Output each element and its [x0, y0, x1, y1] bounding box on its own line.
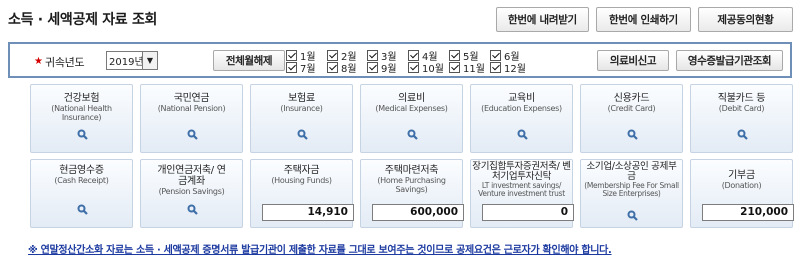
month-checkbox-11[interactable]: 11월: [449, 62, 485, 75]
amount-field: 210,000: [702, 204, 794, 221]
month-checkbox-10[interactable]: 10월: [408, 62, 444, 75]
card-subtitle: (Credit Card): [607, 104, 656, 113]
card-title: 주택자금: [283, 165, 320, 176]
category-card-national-pension[interactable]: 국민연금 (National Pension): [140, 84, 243, 153]
card-title: 현금영수증: [59, 165, 104, 176]
amount-field: 0: [482, 204, 574, 221]
checkbox-checked-icon[interactable]: [449, 62, 460, 73]
search-icon[interactable]: [627, 129, 638, 140]
checkbox-checked-icon[interactable]: [327, 62, 338, 73]
search-icon[interactable]: [517, 129, 528, 140]
search-icon[interactable]: [627, 210, 638, 221]
consent-status-button[interactable]: 제공동의현황: [698, 7, 793, 32]
month-checkbox-7[interactable]: 7월: [286, 62, 316, 75]
checkbox-checked-icon[interactable]: [408, 62, 419, 73]
checkbox-checked-icon[interactable]: [449, 50, 460, 61]
card-title: 신용카드: [613, 93, 650, 104]
card-subtitle: (Housing Funds): [271, 176, 332, 185]
amount-field: 14,910: [262, 204, 354, 221]
card-subtitle: (National Health Insurance): [51, 104, 112, 122]
category-card-home-purchasing-savings[interactable]: 주택마련저축 (Home Purchasing Savings) 600,000: [360, 159, 464, 228]
card-title: 주택마련저축: [384, 165, 439, 176]
checkbox-checked-icon[interactable]: [327, 50, 338, 61]
checkbox-checked-icon[interactable]: [490, 62, 501, 73]
checkbox-checked-icon[interactable]: [286, 50, 297, 61]
category-card-housing-funds[interactable]: 주택자금 (Housing Funds) 14,910: [250, 159, 354, 228]
search-icon[interactable]: [77, 129, 88, 140]
checkbox-checked-icon[interactable]: [367, 62, 378, 73]
card-subtitle: LT investment savings/ Venture investmen…: [478, 181, 565, 198]
card-title: 건강보험: [63, 93, 100, 104]
category-card-donation[interactable]: 기부금 (Donation) 210,000: [690, 159, 794, 228]
category-card-long-term-investment[interactable]: 장기집합투자증권저축/ 벤처기업투자신탁 LT investment savin…: [470, 159, 574, 228]
search-icon[interactable]: [187, 129, 198, 140]
card-subtitle: (Donation): [721, 181, 762, 190]
card-subtitle: (Debit Card): [718, 104, 765, 113]
card-subtitle: (Pension Savings): [158, 187, 225, 196]
download-all-button[interactable]: 한번에 내려받기: [496, 7, 589, 32]
checkbox-checked-icon[interactable]: [367, 50, 378, 61]
notice-text: ※ 연말정산간소화 자료는 소득 · 세액공제 증명서류 발급기관이 제출한 자…: [28, 245, 612, 256]
year-select-value: 2019년: [109, 57, 144, 68]
month-checkbox-12[interactable]: 12월: [490, 62, 526, 75]
card-title: 보험료: [288, 93, 315, 104]
card-subtitle: (Medical Expenses): [375, 104, 448, 113]
category-card-pension-savings[interactable]: 개인연금저축/ 연금계좌 (Pension Savings): [140, 159, 243, 228]
category-card-credit-card[interactable]: 신용카드 (Credit Card): [580, 84, 683, 153]
card-subtitle: (Membership Fee For Small Size Enterpris…: [584, 181, 679, 198]
card-title: 장기집합투자증권저축/ 벤처기업투자신탁: [472, 161, 571, 182]
category-card-insurance[interactable]: 보험료 (Insurance): [250, 84, 353, 153]
search-icon[interactable]: [737, 129, 748, 140]
category-card-small-business-mutual-aid[interactable]: 소기업/소상공인 공제부금 (Membership Fee For Small …: [580, 159, 683, 228]
chevron-down-icon[interactable]: ▼: [142, 52, 157, 69]
card-title: 직불카드 등: [717, 93, 766, 104]
search-icon[interactable]: [187, 204, 198, 215]
card-subtitle: (National Pension): [157, 104, 226, 113]
card-title: 의료비: [398, 93, 425, 104]
year-label: 귀속년도: [45, 56, 85, 69]
search-icon[interactable]: [297, 129, 308, 140]
month-checkbox-9[interactable]: 9월: [367, 62, 397, 75]
card-title: 소기업/소상공인 공제부금: [586, 161, 677, 182]
filter-panel: ★ 귀속년도 2019년 ▼ 전체월해제 1월 2월 3월 4월 5월 6월 7…: [8, 42, 792, 78]
year-select[interactable]: 2019년 ▼: [106, 51, 158, 70]
card-title: 국민연금: [173, 93, 210, 104]
card-title: 교육비: [508, 93, 535, 104]
checkbox-checked-icon[interactable]: [408, 50, 419, 61]
card-title: 기부금: [728, 170, 755, 181]
card-subtitle: (Insurance): [280, 104, 323, 113]
print-all-button[interactable]: 한번에 인쇄하기: [596, 7, 691, 32]
toggle-all-months-button[interactable]: 전체월해제: [213, 50, 285, 71]
category-card-medical-expenses[interactable]: 의료비 (Medical Expenses): [360, 84, 463, 153]
amount-field: 600,000: [372, 204, 464, 221]
card-subtitle: (Cash Receipt): [54, 176, 109, 185]
card-subtitle: (Home Purchasing Savings): [377, 176, 446, 194]
month-checkbox-8[interactable]: 8월: [327, 62, 357, 75]
required-mark: ★: [34, 56, 43, 67]
category-card-debit-card[interactable]: 직불카드 등 (Debit Card): [690, 84, 793, 153]
receipt-issuer-search-button[interactable]: 영수증발급기관조회: [676, 50, 783, 71]
category-card-cash-receipt[interactable]: 현금영수증 (Cash Receipt): [30, 159, 133, 228]
search-icon[interactable]: [77, 204, 88, 215]
category-card-education-expenses[interactable]: 교육비 (Education Expenses): [470, 84, 573, 153]
checkbox-checked-icon[interactable]: [286, 62, 297, 73]
medical-report-button[interactable]: 의료비신고: [597, 50, 669, 71]
search-icon[interactable]: [407, 129, 418, 140]
card-subtitle: (Education Expenses): [481, 104, 562, 113]
checkbox-checked-icon[interactable]: [490, 50, 501, 61]
category-card-health-insurance[interactable]: 건강보험 (National Health Insurance): [30, 84, 133, 153]
page-title: 소득 · 세액공제 자료 조회: [8, 12, 158, 28]
card-title: 개인연금저축/ 연금계좌: [157, 165, 226, 187]
